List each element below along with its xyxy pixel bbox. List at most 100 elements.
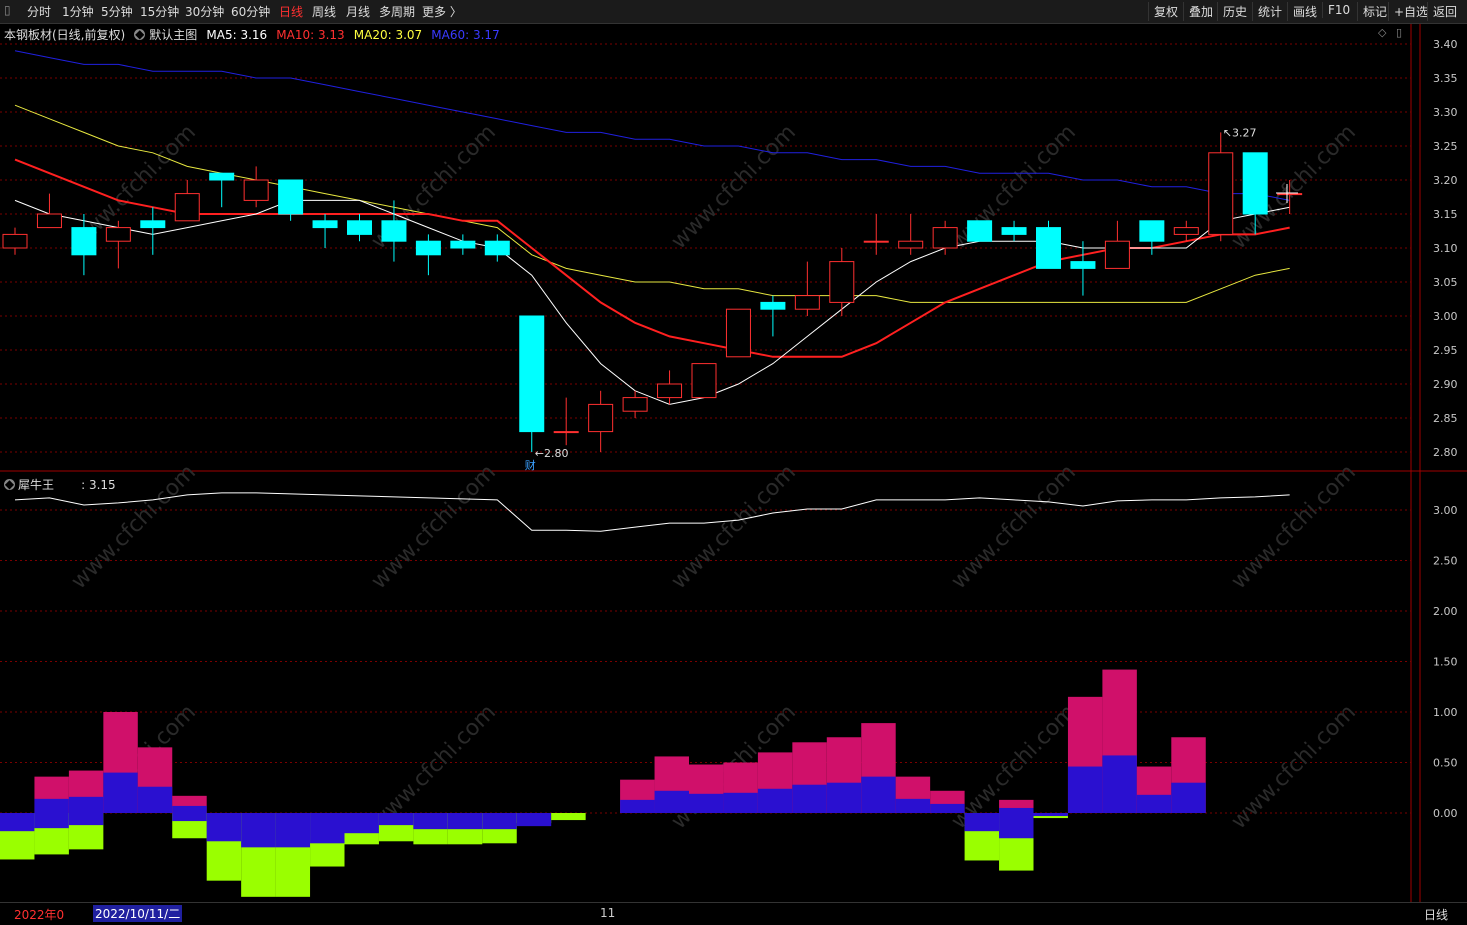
hist-bar-blue-neg bbox=[310, 813, 345, 844]
hist-bar-blue bbox=[172, 805, 207, 813]
date-start-label: 2022年0 bbox=[14, 908, 65, 922]
low-price-label: ←2.80 bbox=[535, 447, 569, 460]
hist-bar-green bbox=[551, 813, 586, 821]
hist-bar-blue bbox=[895, 798, 931, 813]
hist-bar-blue-neg bbox=[447, 813, 483, 830]
ma10-label: MA10: 3.13 bbox=[276, 28, 345, 42]
sub-indicator-toggle-icon[interactable]: ◆ bbox=[4, 478, 15, 490]
candle-body bbox=[1277, 193, 1303, 196]
candle-body bbox=[71, 227, 97, 256]
hist-bar-blue bbox=[861, 776, 896, 813]
hist-bar-blue-neg bbox=[999, 813, 1034, 839]
hist-bar-blue-neg bbox=[516, 813, 552, 827]
candle-body bbox=[1104, 240, 1130, 269]
candle-body bbox=[760, 301, 786, 310]
date-axis-bar: 2022年0 2022/10/11/二 11 日线 bbox=[0, 902, 1467, 925]
candle-body bbox=[1242, 152, 1268, 215]
hist-bar-blue bbox=[34, 798, 69, 813]
candle-body bbox=[140, 220, 166, 229]
hist-bar-blue-neg bbox=[172, 813, 207, 822]
hist-bar-blue-neg bbox=[206, 813, 242, 842]
main-y-tick: 3.40 bbox=[1433, 38, 1458, 51]
hist-bar-blue bbox=[654, 790, 689, 813]
candle-body bbox=[243, 179, 269, 201]
candle-body bbox=[1036, 227, 1061, 269]
candle-body bbox=[2, 233, 28, 249]
ma60-line bbox=[14, 50, 1290, 201]
main-y-tick: 2.80 bbox=[1433, 446, 1458, 459]
sub-y-tick: 3.00 bbox=[1433, 504, 1458, 517]
stock-title: 本钢板材(日线,前复权) bbox=[4, 28, 126, 42]
main-y-tick: 3.15 bbox=[1433, 208, 1458, 221]
candle-body bbox=[691, 363, 717, 399]
hist-bar-blue-neg bbox=[241, 813, 276, 848]
hist-bar-blue bbox=[723, 792, 758, 813]
ma20-label: MA20: 3.07 bbox=[353, 28, 423, 42]
candle-body bbox=[1173, 227, 1199, 235]
main-y-tick: 3.00 bbox=[1433, 310, 1458, 323]
main-y-tick: 3.10 bbox=[1433, 242, 1458, 255]
hist-bar-blue bbox=[137, 786, 173, 813]
hist-bar-blue bbox=[68, 796, 104, 813]
ma20-line bbox=[14, 104, 1290, 303]
hist-bar-blue-neg bbox=[344, 813, 379, 834]
sub-indicator-name[interactable]: 犀牛王 bbox=[18, 478, 54, 492]
hist-bar-blue bbox=[757, 788, 793, 813]
sub-indicator-line bbox=[14, 492, 1290, 532]
hist-bar-blue-neg bbox=[413, 813, 448, 830]
hist-bar-blue-neg bbox=[34, 813, 69, 829]
hist-bar-blue bbox=[930, 803, 965, 813]
main-y-tick: 2.85 bbox=[1433, 412, 1458, 425]
watermark-text: www.cfchi.com bbox=[667, 120, 801, 254]
indicator-toggle-icon[interactable]: ◆ bbox=[134, 28, 146, 40]
main-y-tick: 3.05 bbox=[1433, 276, 1458, 289]
candle-body bbox=[863, 240, 889, 243]
diamond-icon: ◇ bbox=[1378, 26, 1387, 39]
hist-bar-blue bbox=[620, 799, 655, 813]
hist-bar-blue-neg bbox=[1033, 813, 1068, 817]
sub-y-tick: 0.00 bbox=[1433, 807, 1458, 820]
candle-body bbox=[36, 213, 62, 229]
candle-body bbox=[519, 315, 545, 433]
main-y-tick: 3.20 bbox=[1433, 174, 1458, 187]
hist-bar-blue bbox=[1136, 794, 1172, 813]
month-marker: 11 bbox=[600, 906, 616, 920]
high-price-label: ↖3.27 bbox=[1223, 126, 1257, 139]
indicator-name[interactable]: 默认主图 bbox=[149, 28, 197, 42]
hist-bar-blue bbox=[1067, 766, 1103, 813]
sub-indicator-value: : 3.15 bbox=[81, 478, 116, 492]
cursor-date-label: 2022/10/11/二 bbox=[93, 905, 183, 922]
finance-event-marker: 财 bbox=[525, 458, 536, 472]
candle-body bbox=[105, 227, 131, 242]
panel-menu-icon: ▯ bbox=[1396, 26, 1402, 39]
hist-bar-blue bbox=[999, 807, 1034, 813]
hist-bar-blue bbox=[1171, 782, 1206, 813]
period-indicator[interactable]: 日线 bbox=[1424, 906, 1448, 923]
main-y-tick: 3.30 bbox=[1433, 106, 1458, 119]
candle-body bbox=[932, 227, 958, 249]
candle-body bbox=[1070, 261, 1096, 269]
watermark-text: www.cfchi.com bbox=[667, 460, 801, 594]
candle-body bbox=[1208, 152, 1234, 235]
hist-bar-blue-neg bbox=[275, 813, 311, 848]
ma5-label: MA5: 3.16 bbox=[206, 28, 268, 42]
candle-body bbox=[622, 397, 648, 412]
candle-body bbox=[829, 261, 855, 303]
ma60-label: MA60: 3.17 bbox=[431, 28, 500, 42]
main-y-tick: 2.95 bbox=[1433, 344, 1458, 357]
candle-body bbox=[174, 193, 200, 222]
candle-body bbox=[209, 172, 235, 181]
candle-body bbox=[898, 240, 924, 249]
watermark-text: www.cfchi.com bbox=[367, 460, 501, 594]
candle-body bbox=[450, 240, 476, 249]
hist-bar-blue-neg bbox=[378, 813, 414, 826]
candle-body bbox=[484, 240, 510, 256]
candle-body bbox=[347, 220, 372, 235]
hist-bar-blue bbox=[689, 793, 724, 813]
main-y-tick: 2.90 bbox=[1433, 378, 1458, 391]
hist-bar-blue bbox=[826, 782, 862, 813]
ma-legend: 本钢板材(日线,前复权) ◆ 默认主图 MA5: 3.16 MA10: 3.13 … bbox=[4, 24, 504, 42]
kline-chart[interactable]: 3.40 3.35 3.30 3.25 3.20 3.15 3.10 3.05 3.00 2.95… bbox=[0, 0, 1467, 924]
candle-body bbox=[588, 403, 614, 433]
candle-body bbox=[967, 220, 993, 242]
